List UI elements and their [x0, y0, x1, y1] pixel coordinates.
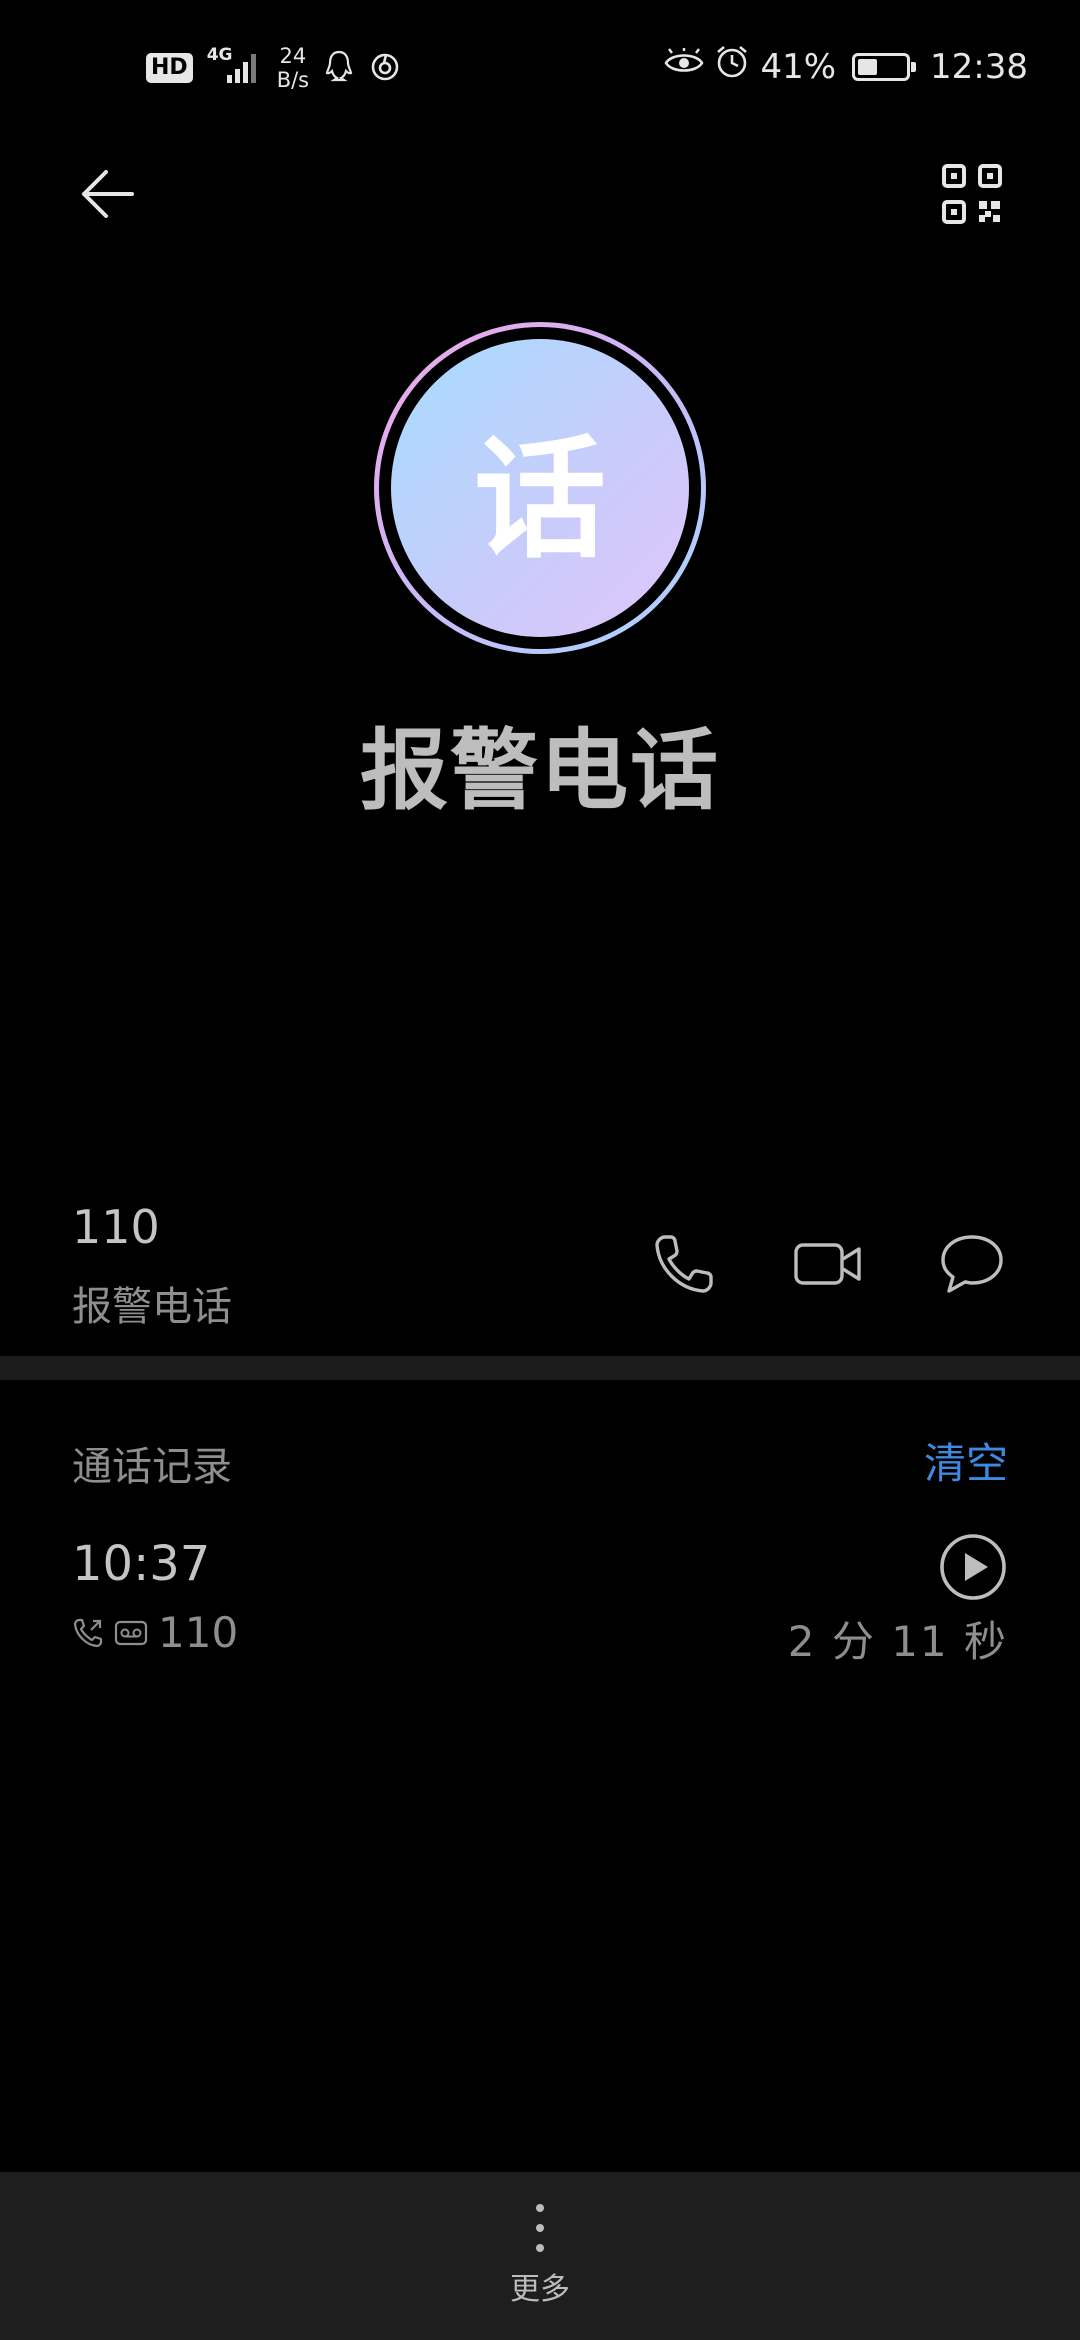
- more-button[interactable]: 更多: [490, 2200, 590, 2320]
- contact-name: 报警电话: [359, 719, 720, 822]
- call-number: 110: [158, 1608, 239, 1657]
- outgoing-call-icon: [73, 1618, 103, 1647]
- net-speed-unit: B/s: [276, 68, 310, 92]
- bottom-bar: 更多: [0, 2172, 1080, 2340]
- section-divider: [0, 1356, 1080, 1380]
- play-recording-button[interactable]: [938, 1532, 1008, 1602]
- qr-code-icon: [942, 164, 1002, 224]
- alarm-icon: [714, 44, 750, 89]
- more-vertical-icon: [536, 2204, 544, 2252]
- qr-code-button[interactable]: [936, 158, 1008, 230]
- video-call-button[interactable]: [790, 1226, 866, 1302]
- video-camera-icon: [794, 1243, 861, 1285]
- chat-bubble-icon: [941, 1235, 1003, 1293]
- battery-icon: [852, 52, 917, 81]
- more-label: 更多: [510, 2272, 570, 2307]
- hd-badge: HD: [146, 53, 193, 83]
- status-right: 41% 12:38: [664, 44, 1028, 89]
- net-speed: 24 B/s: [277, 44, 309, 92]
- call-duration: 2 分 11 秒: [787, 1617, 1008, 1666]
- battery-percent: 41%: [760, 46, 837, 87]
- contact-avatar-ring: 话: [374, 322, 706, 654]
- phone-number: 110: [72, 1200, 160, 1254]
- phone-number-row[interactable]: 110 报警电话: [0, 1180, 1080, 1330]
- status-bar: HD 4G 24 B/s 41% 12:38: [0, 0, 1080, 134]
- call-button[interactable]: [646, 1226, 722, 1302]
- qq-icon: [323, 49, 355, 87]
- contact-detail-screen: HD 4G 24 B/s 41% 12:38 话 报警电话 110 报警电话 通…: [0, 0, 1080, 2340]
- net-speed-value: 24: [279, 44, 307, 68]
- back-button[interactable]: [72, 158, 144, 230]
- signal-icon: 4G: [207, 45, 259, 85]
- netease-music-icon: [369, 49, 401, 87]
- call-log-header: 通话记录 清空: [0, 1420, 1080, 1500]
- arrow-left-icon: [82, 170, 134, 218]
- phone-icon: [655, 1235, 713, 1293]
- battery-level: [858, 58, 878, 75]
- clear-log-button[interactable]: 清空: [924, 1430, 1008, 1491]
- network-type-label: 4G: [206, 45, 233, 65]
- contact-avatar[interactable]: 话: [391, 339, 689, 637]
- status-left: HD 4G 24 B/s: [146, 44, 401, 92]
- call-log-entry[interactable]: 10:37 110 2 分 11 秒: [0, 1530, 1080, 1670]
- status-time: 12:38: [930, 46, 1028, 87]
- call-meta: 110: [72, 1608, 238, 1657]
- play-icon: [940, 1534, 1006, 1600]
- call-log-title: 通话记录: [72, 1444, 232, 1490]
- call-time: 10:37: [72, 1536, 211, 1592]
- avatar-initial: 话: [474, 422, 606, 577]
- voicemail-icon: [114, 1620, 148, 1645]
- eye-comfort-icon: [664, 46, 704, 87]
- phone-number-label: 报警电话: [72, 1284, 232, 1330]
- message-button[interactable]: [934, 1226, 1010, 1302]
